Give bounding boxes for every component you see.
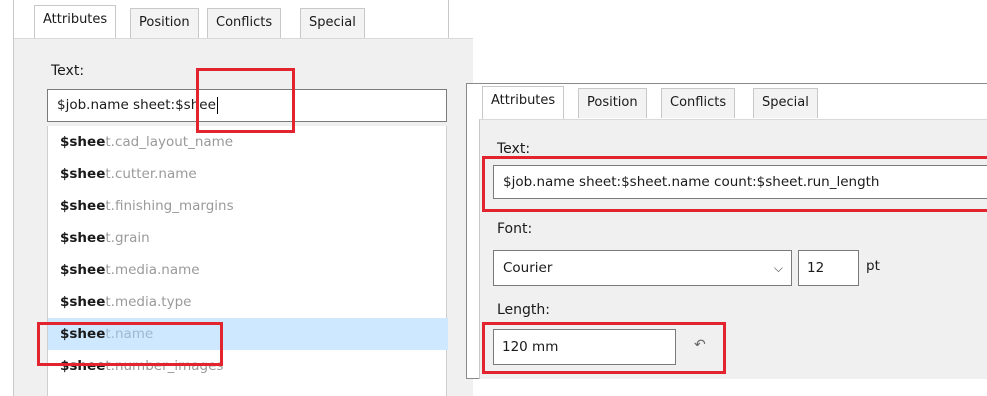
autocomplete-item[interactable]: $sheet.number_images — [48, 350, 448, 382]
tab-special[interactable]: Special — [753, 88, 818, 118]
font-dropdown-value: Courier — [503, 260, 553, 276]
tab-conflicts[interactable]: Conflicts — [661, 88, 736, 118]
left-dialog-right-border — [448, 0, 449, 38]
rest-text: t.finishing_margins — [105, 198, 234, 214]
font-dropdown[interactable]: Courier ⌵ — [493, 250, 792, 286]
match-text: $shee — [60, 166, 106, 182]
rest-text: t.cutter.name — [105, 166, 197, 182]
match-text: $shee — [60, 262, 106, 278]
tab-special[interactable]: Special — [300, 8, 365, 38]
tab-attributes[interactable]: Attributes — [34, 5, 117, 38]
rest-text: t.name — [105, 326, 154, 342]
text-label: Text: — [497, 141, 531, 157]
tab-attributes[interactable]: Attributes — [482, 86, 565, 119]
reset-arrow-icon[interactable]: ↶ — [694, 337, 706, 353]
match-text: $shee — [60, 230, 106, 246]
match-text: $shee — [60, 198, 106, 214]
rest-text: t.media.name — [105, 262, 200, 278]
match-text: $shee — [60, 326, 106, 342]
text-label: Text: — [51, 63, 85, 79]
text-input[interactable]: $job.name sheet:$sheet.name count:$sheet… — [493, 165, 987, 199]
font-size-input[interactable]: 12 — [798, 250, 859, 286]
text-input-value: $job.name sheet:$shee — [57, 97, 216, 113]
font-label: Font: — [497, 221, 533, 237]
autocomplete-item[interactable]: $sheet.finishing_margins — [48, 190, 448, 222]
autocomplete-item[interactable]: $sheet.cutter.name — [48, 158, 448, 190]
match-text: $shee — [60, 358, 106, 374]
autocomplete-item[interactable]: $sheet.media.type — [48, 286, 448, 318]
text-caret — [216, 96, 218, 114]
tab-position[interactable]: Position — [578, 88, 647, 118]
autocomplete-item[interactable]: $sheet.grain — [48, 222, 448, 254]
autocomplete-list: $sheet.cad_layout_name $sheet.cutter.nam… — [47, 126, 448, 396]
autocomplete-item-selected[interactable]: $sheet.name — [48, 318, 448, 350]
autocomplete-item[interactable]: $sheet.cad_layout_name — [48, 126, 448, 158]
rest-text: t.media.type — [105, 294, 192, 310]
match-text: $shee — [60, 134, 106, 150]
tab-position[interactable]: Position — [130, 8, 199, 38]
autocomplete-item[interactable]: $sheet.media.name — [48, 254, 448, 286]
rest-text: t.grain — [105, 230, 150, 246]
match-text: $shee — [60, 294, 106, 310]
text-input[interactable]: $job.name sheet:$shee — [47, 89, 447, 122]
rest-text: t.number_images — [105, 358, 224, 374]
chevron-down-icon: ⌵ — [773, 261, 783, 275]
length-label: Length: — [497, 302, 551, 318]
font-unit-label: pt — [866, 258, 880, 274]
rest-text: t.cad_layout_name — [105, 134, 234, 150]
left-dialog-border — [13, 0, 14, 396]
tab-conflicts[interactable]: Conflicts — [207, 8, 282, 38]
length-input[interactable]: 120 mm — [493, 329, 676, 365]
